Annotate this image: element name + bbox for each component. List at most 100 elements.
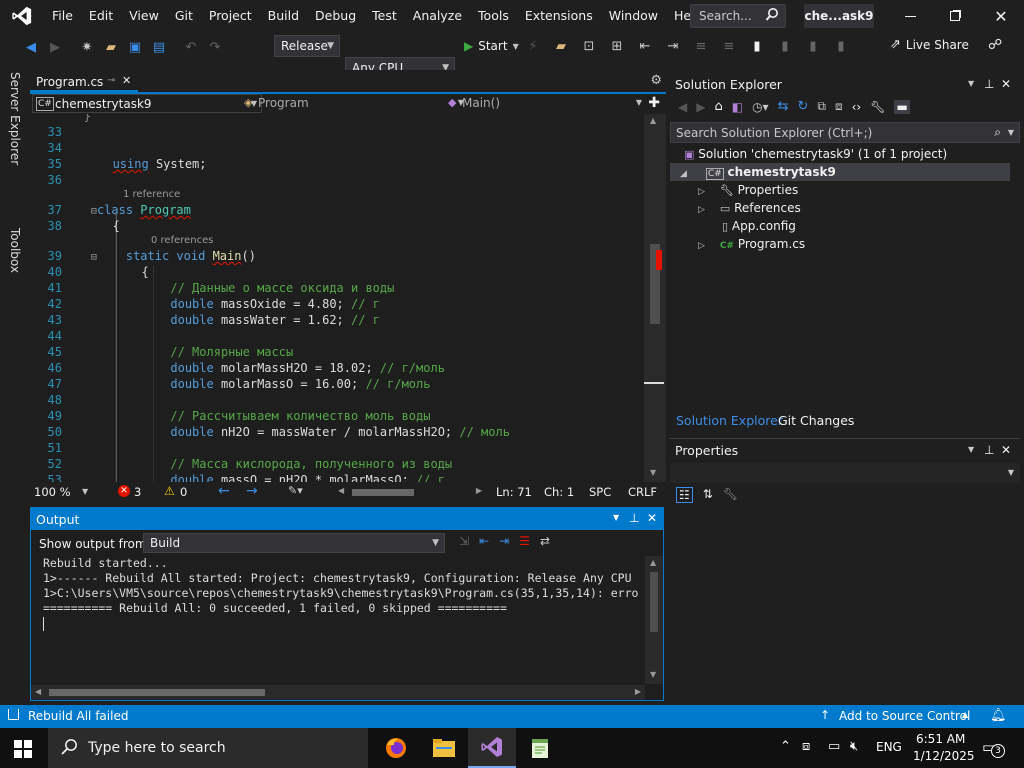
tree-item-references[interactable]: ▷ ▭ References	[698, 199, 801, 217]
tab-program-cs[interactable]: Program.cs ⊸ ✕	[30, 70, 138, 92]
scroll-right-icon[interactable]: ▶	[476, 486, 482, 495]
file-explorer-icon[interactable]	[420, 728, 468, 768]
word-wrap-icon[interactable]: ⇄	[540, 534, 550, 548]
output-status-icon[interactable]	[8, 709, 19, 720]
align-right-icon[interactable]: ⇥	[662, 35, 684, 57]
chevron-down-icon[interactable]: ▼	[82, 487, 88, 496]
zoom-level[interactable]: 100 %	[34, 485, 71, 499]
scroll-left-icon[interactable]: ◀	[338, 486, 344, 495]
clock-date[interactable]: 1/12/2025	[913, 749, 975, 763]
firefox-icon[interactable]	[372, 728, 420, 768]
open-folder-icon[interactable]: ▰	[100, 36, 122, 58]
tree-item-program-cs[interactable]: ▷ C# Program.cs	[698, 235, 805, 253]
prev-message-icon[interactable]: ⇤	[479, 534, 489, 548]
align-left-icon[interactable]: ⇤	[634, 35, 656, 57]
menu-git[interactable]: Git	[167, 0, 201, 32]
network-icon[interactable]: ▭	[828, 739, 840, 754]
chevron-up-icon[interactable]: ⌃	[780, 739, 791, 754]
menu-project[interactable]: Project	[201, 0, 260, 32]
forward-icon[interactable]: ▶	[44, 36, 66, 58]
solution-name-badge[interactable]: che...ask9	[804, 4, 874, 28]
whitespace-mode[interactable]: SPC	[589, 485, 611, 499]
scroll-up-icon[interactable]: ▲	[650, 116, 656, 125]
menu-extensions[interactable]: Extensions	[517, 0, 601, 32]
member-nav-dropdown[interactable]: ◆ Main() ▼	[446, 94, 646, 113]
chevron-up-icon[interactable]: ▲	[962, 710, 968, 719]
visual-studio-taskbar-icon[interactable]	[468, 728, 516, 768]
column-position[interactable]: Ch: 1	[544, 485, 574, 499]
notepad-plus-plus-icon[interactable]	[516, 728, 564, 768]
bookmark-next-icon[interactable]: ▮	[802, 35, 824, 57]
windows-start-button[interactable]	[14, 740, 32, 758]
close-icon[interactable]: ✕	[122, 74, 131, 87]
clock-time[interactable]: 6:51 AM	[916, 732, 965, 746]
alphabetical-icon[interactable]: ⇅	[703, 487, 713, 503]
minimize-button[interactable]	[895, 6, 925, 26]
hot-reload-icon[interactable]: ⚡	[522, 35, 544, 57]
scroll-right-icon[interactable]: ▶	[635, 687, 641, 696]
output-horizontal-scrollbar[interactable]: ◀ ▶	[31, 685, 645, 700]
indent-icon[interactable]: ≡	[718, 35, 740, 57]
server-explorer-tab[interactable]: Server Explorer	[8, 72, 22, 165]
tab-git-changes[interactable]: Git Changes	[778, 413, 854, 428]
refresh-icon[interactable]: ↻	[797, 99, 808, 114]
pin-icon[interactable]: ⊸	[107, 75, 115, 86]
menu-build[interactable]: Build	[260, 0, 307, 32]
next-message-icon[interactable]: ⇥	[499, 534, 509, 548]
bookmark-clear-icon[interactable]: ▮	[830, 35, 852, 57]
scrollbar-thumb[interactable]	[650, 572, 658, 632]
dropdown-icon[interactable]: ▼	[968, 79, 974, 88]
line-position[interactable]: Ln: 71	[496, 485, 532, 499]
dropdown-icon[interactable]: ▼	[613, 513, 619, 522]
error-icon[interactable]: ✕	[118, 485, 130, 497]
menu-test[interactable]: Test	[364, 0, 405, 32]
add-to-source-control[interactable]: Add to Source Control	[839, 709, 970, 723]
expanded-triangle-icon[interactable]: ◢	[680, 165, 692, 183]
codelens-method-references[interactable]: 0 references	[30, 234, 644, 248]
close-icon[interactable]: ✕	[1001, 77, 1011, 91]
maximize-button[interactable]	[940, 6, 970, 26]
tree-project[interactable]: ◢ C# chemestrytask9	[670, 163, 1010, 181]
live-share-button[interactable]: ⇗ Live Share	[890, 37, 969, 52]
nav-back-arrow-icon[interactable]: ←	[218, 483, 230, 499]
taskbar-search-box[interactable]: Type here to search	[48, 728, 368, 768]
browse-icon[interactable]: ▰	[550, 35, 572, 57]
pin-icon[interactable]: ⊥	[984, 77, 994, 91]
collapsed-triangle-icon[interactable]: ▷	[698, 237, 710, 255]
menu-file[interactable]: File	[44, 0, 81, 32]
output-source-select[interactable]: Build ▼	[143, 533, 445, 553]
start-button[interactable]: ▶ Start ▼	[464, 35, 519, 57]
line-ending[interactable]: CRLF	[628, 485, 657, 499]
switch-views-icon[interactable]: ◧	[732, 100, 743, 114]
back-icon[interactable]: ◀	[678, 100, 687, 114]
warning-count[interactable]: 0	[180, 485, 187, 499]
close-button[interactable]: ✕	[986, 6, 1016, 26]
chevron-down-icon[interactable]: ▼	[1008, 128, 1014, 137]
outdent-icon[interactable]: ≡	[690, 35, 712, 57]
home-icon[interactable]: ⌂	[714, 99, 722, 114]
clear-all-icon[interactable]: ☰	[519, 534, 530, 548]
properties-object-select[interactable]: ▼	[670, 463, 1020, 483]
pending-changes-icon[interactable]: ◷▾	[752, 100, 769, 114]
gear-icon[interactable]: ⚙	[650, 73, 662, 88]
error-count[interactable]: 3	[134, 485, 141, 499]
close-icon[interactable]: ✕	[1001, 443, 1011, 457]
bookmark-icon[interactable]: ▮	[746, 35, 768, 57]
nav-forward-arrow-icon[interactable]: →	[246, 483, 258, 499]
property-pages-icon[interactable]: 🔧︎	[723, 487, 738, 503]
menu-window[interactable]: Window	[601, 0, 666, 32]
tray-app-icon[interactable]: ⧈	[802, 739, 810, 754]
categorized-icon[interactable]: ☷	[676, 487, 693, 503]
scroll-left-icon[interactable]: ◀	[35, 687, 41, 696]
redo-icon[interactable]: ↷	[204, 36, 226, 58]
wrench-icon[interactable]: 🔧︎	[870, 100, 885, 114]
pin-icon[interactable]: ⊥	[984, 443, 994, 457]
input-language[interactable]: ENG	[876, 740, 902, 754]
menu-view[interactable]: View	[121, 0, 167, 32]
scroll-down-icon[interactable]: ▼	[650, 670, 656, 679]
back-icon[interactable]: ◀	[20, 36, 42, 58]
class-nav-dropdown[interactable]: ◈ Program ▼	[242, 94, 468, 113]
menu-tools[interactable]: Tools	[470, 0, 517, 32]
volume-muted-icon[interactable]: 🔇︎	[850, 739, 858, 754]
tree-item-properties[interactable]: ▷ 🔧︎ Properties	[698, 181, 798, 199]
